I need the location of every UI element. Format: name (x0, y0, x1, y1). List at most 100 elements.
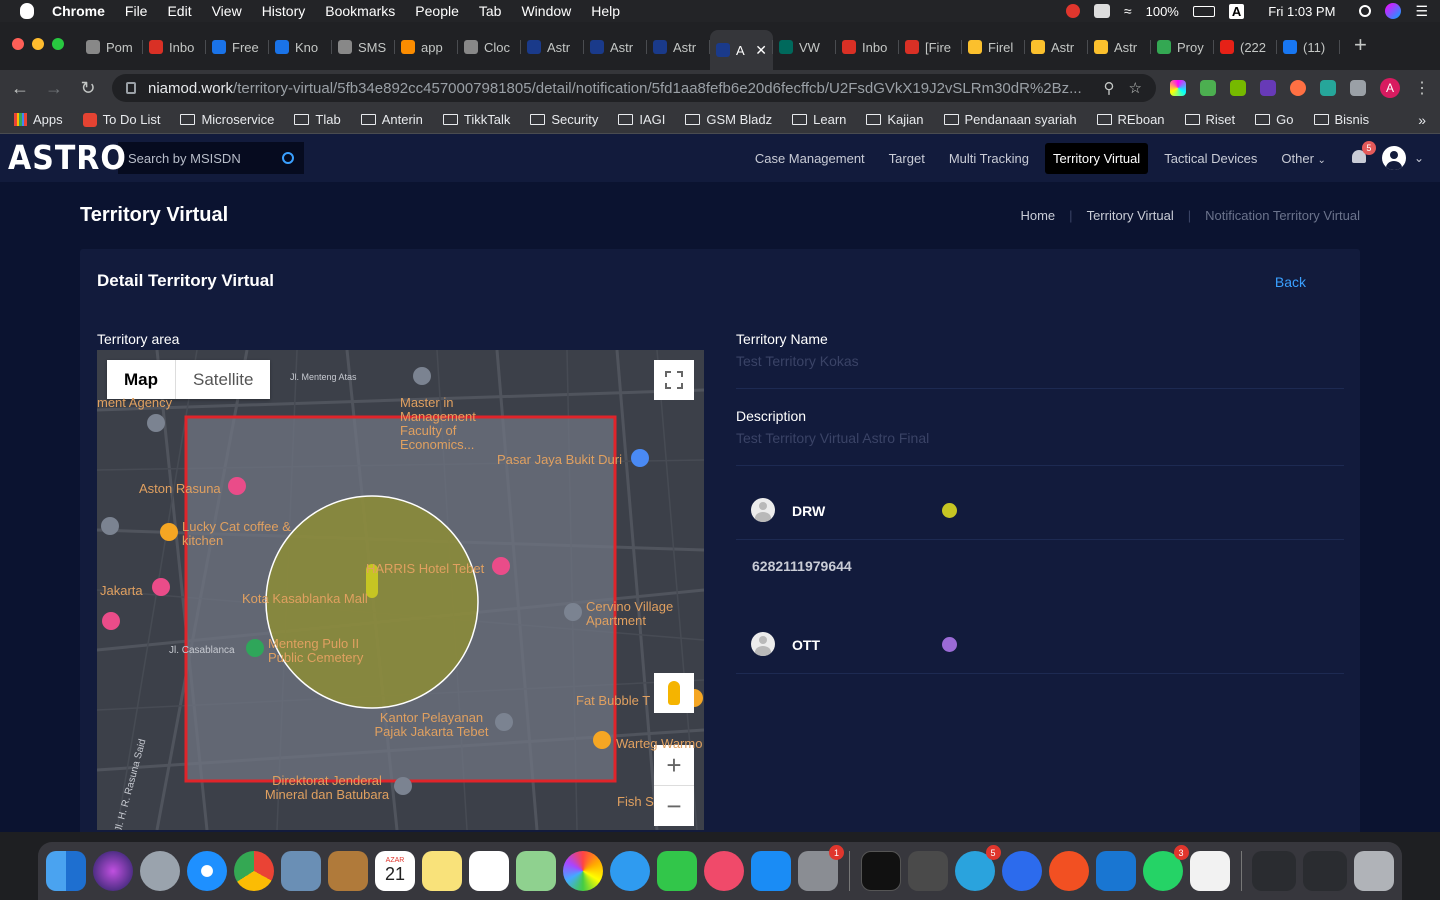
finder-icon[interactable] (46, 851, 86, 891)
browser-tab[interactable]: (222 (1214, 30, 1277, 64)
bookmark-folder[interactable]: REboan (1096, 112, 1165, 127)
zoom-out-button[interactable]: − (654, 786, 694, 826)
profile-avatar[interactable]: A (1380, 78, 1400, 98)
bookmark-folder[interactable]: Bisnis (1313, 112, 1369, 127)
messages-icon[interactable] (610, 851, 650, 891)
address-bar[interactable]: niamod.work /territory-virtual/5fb34e892… (112, 74, 1156, 102)
system-preferences-icon[interactable]: 1 (798, 845, 844, 891)
bookmark-todo[interactable]: To Do List (82, 112, 160, 127)
whatsapp-icon[interactable]: 3 (1142, 845, 1189, 891)
browser-tab[interactable]: SMS (332, 30, 395, 64)
document-icon[interactable] (1189, 851, 1230, 891)
menu-window[interactable]: Window (521, 3, 571, 19)
chrome-icon[interactable] (234, 851, 274, 891)
minimize-window-button[interactable] (32, 38, 44, 50)
facetime-icon[interactable] (657, 851, 697, 891)
forward-arrow-icon[interactable]: → (44, 78, 64, 99)
notes-icon[interactable] (422, 851, 462, 891)
extension-purple-icon[interactable] (1260, 80, 1276, 96)
browser-tab[interactable]: Firel (962, 30, 1025, 64)
extensions-puzzle-icon[interactable] (1350, 80, 1366, 96)
vpn-icon[interactable] (1093, 4, 1110, 18)
msisdn-search-input[interactable]: Search by MSISDN (118, 142, 304, 174)
browser-tab[interactable]: Astr (584, 30, 647, 64)
key-icon[interactable]: ⚲ (1094, 79, 1115, 97)
browser-tab[interactable]: Inbo (143, 30, 206, 64)
menu-edit[interactable]: Edit (167, 3, 191, 19)
maps-icon[interactable] (516, 851, 556, 891)
preview-icon[interactable] (281, 851, 321, 891)
browser-tab[interactable]: Pom (80, 30, 143, 64)
bookmark-folder[interactable]: Security (530, 112, 598, 127)
extension-color-icon[interactable] (1170, 80, 1186, 96)
menu-history[interactable]: History (262, 3, 306, 19)
user-menu[interactable]: ⌄ (1381, 146, 1424, 170)
browser-tab[interactable]: VW (773, 30, 836, 64)
trash-icon[interactable] (1354, 851, 1394, 891)
browser-tab[interactable]: Proy (1151, 30, 1214, 64)
browser-tab[interactable]: Inbo (836, 30, 899, 64)
browser-tab[interactable]: Astr (521, 30, 584, 64)
browser-tab[interactable]: app (395, 30, 458, 64)
bookmark-apps[interactable]: Apps (14, 112, 63, 127)
chrome-menu-icon[interactable]: ⋮ (1414, 78, 1430, 98)
bookmark-folder[interactable]: Learn (792, 112, 846, 127)
bookmark-folder[interactable]: IAGI (618, 112, 665, 127)
back-link[interactable]: Back (1275, 274, 1306, 290)
control-center-icon[interactable]: ☰ (1415, 3, 1428, 20)
telegram-icon[interactable]: 5 (954, 845, 1001, 891)
fullscreen-button[interactable] (654, 360, 694, 400)
app-store-icon[interactable] (751, 851, 791, 891)
territory-map[interactable]: Map Satellite + − Jl. Menteng Atas Maste… (97, 350, 704, 830)
satellite-view-button[interactable]: Satellite (176, 360, 270, 399)
sublime-icon[interactable] (907, 851, 948, 891)
new-tab-button[interactable]: + (1354, 32, 1367, 58)
browser-tab[interactable]: Astr (1025, 30, 1088, 64)
music-icon[interactable] (704, 851, 744, 891)
window-thumbnail[interactable] (1252, 851, 1296, 891)
menu-view[interactable]: View (212, 3, 242, 19)
extension-nvidia-icon[interactable] (1230, 80, 1246, 96)
nav-case-management[interactable]: Case Management (747, 143, 873, 174)
browser-tab[interactable]: Kno (269, 30, 332, 64)
bookmark-folder[interactable]: Riset (1184, 112, 1235, 127)
bookmark-folder[interactable]: TikkTalk (442, 112, 510, 127)
extension-orange-icon[interactable] (1290, 80, 1306, 96)
wifi-icon[interactable]: ≈ (1124, 3, 1132, 19)
bookmark-folder[interactable]: Anterin (360, 112, 423, 127)
browser-tab[interactable]: Free (206, 30, 269, 64)
notification-icon[interactable] (1065, 4, 1080, 18)
battery-icon[interactable] (1192, 5, 1215, 17)
menu-file[interactable]: File (125, 3, 148, 19)
nav-multi-tracking[interactable]: Multi Tracking (941, 143, 1037, 174)
window-thumbnail[interactable] (1303, 851, 1347, 891)
menu-bookmarks[interactable]: Bookmarks (325, 3, 395, 19)
bookmark-folder[interactable]: Tlab (294, 112, 341, 127)
browser-tab[interactable]: Astr (1088, 30, 1151, 64)
menu-app[interactable]: Chrome (52, 3, 105, 19)
app-logo[interactable]: ASTRO (8, 139, 126, 178)
bookmark-folder[interactable]: Pendanaan syariah (943, 112, 1077, 127)
menu-help[interactable]: Help (591, 3, 620, 19)
calendar-icon[interactable]: AZAR 21 (375, 851, 415, 891)
nav-other[interactable]: Other ⌄ (1273, 143, 1334, 174)
breadcrumb-home[interactable]: Home (1020, 208, 1055, 223)
menu-tab[interactable]: Tab (479, 3, 502, 19)
close-tab-icon[interactable]: ✕ (755, 42, 767, 59)
street-view-pegman[interactable] (654, 673, 694, 713)
zoom-in-button[interactable]: + (654, 745, 694, 785)
safari-icon[interactable] (187, 851, 227, 891)
reload-icon[interactable]: ↻ (78, 78, 98, 99)
spotlight-icon[interactable] (1359, 5, 1372, 17)
siri-icon[interactable] (93, 851, 133, 891)
browser-tab[interactable]: Cloc (458, 30, 521, 64)
browser-tab[interactable]: [Fire (899, 30, 962, 64)
extension-image-icon[interactable] (1200, 80, 1216, 96)
siri-icon[interactable] (1385, 3, 1402, 19)
reminders-icon[interactable] (469, 851, 509, 891)
back-arrow-icon[interactable]: ← (10, 78, 30, 99)
photos-icon[interactable] (563, 851, 603, 891)
clock[interactable]: Fri 1:03 PM (1268, 4, 1335, 19)
nav-target[interactable]: Target (881, 143, 933, 174)
breadcrumb-territory[interactable]: Territory Virtual (1087, 208, 1174, 223)
